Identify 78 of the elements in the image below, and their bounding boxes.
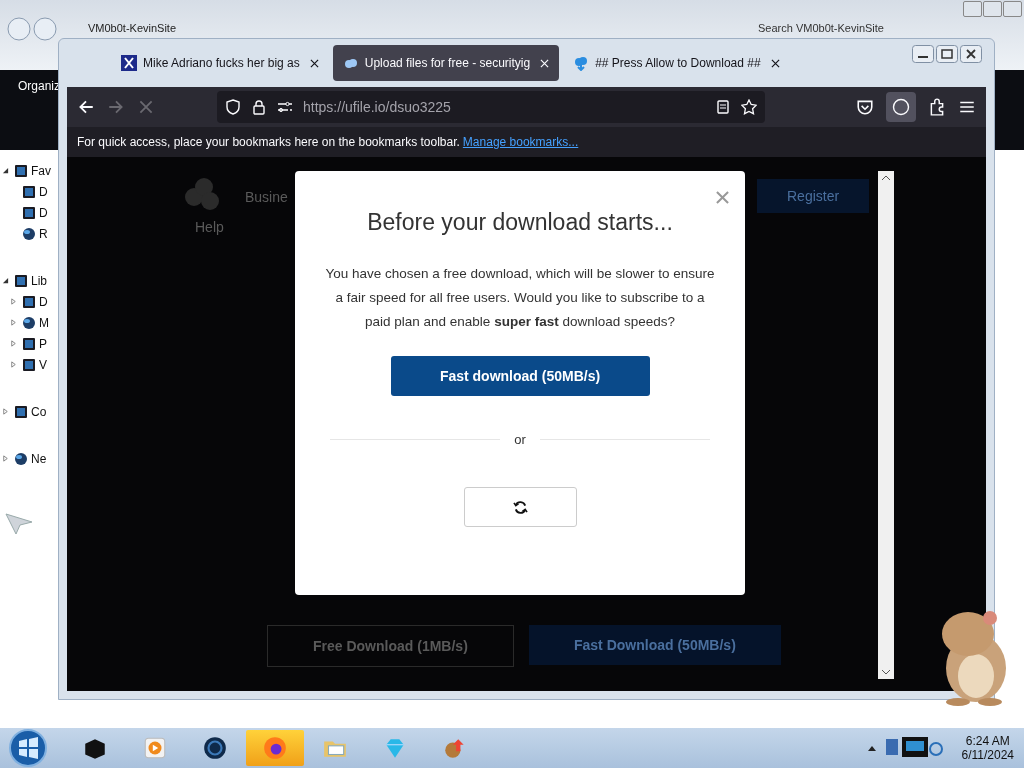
- window-controls[interactable]: [963, 1, 1022, 17]
- separator-text: or: [514, 432, 526, 447]
- tree-item[interactable]: P: [39, 336, 47, 351]
- globe-icon: [14, 451, 28, 466]
- address-text[interactable]: VM0b0t-KevinSite: [88, 22, 728, 35]
- star-icon[interactable]: [741, 99, 757, 115]
- monitor-icon: [22, 357, 36, 372]
- monitor-icon: [14, 273, 28, 288]
- tree-item[interactable]: Fav: [31, 163, 51, 178]
- tree-item[interactable]: V: [39, 357, 47, 372]
- monitor-icon: [22, 205, 36, 220]
- tree-item[interactable]: Co: [31, 404, 47, 419]
- tree-item[interactable]: D: [39, 184, 48, 199]
- fast-download-button[interactable]: Fast download (50MB/s): [390, 356, 650, 396]
- collapse-arrow-icon[interactable]: [2, 167, 9, 174]
- search-field[interactable]: Search VM0b0t-KevinSite: [758, 22, 884, 35]
- tree-item[interactable]: D: [39, 294, 48, 309]
- expand-arrow-icon[interactable]: [2, 408, 9, 415]
- browser-tab[interactable]: ## Press Allow to Download ##: [563, 45, 790, 81]
- maximize-icon[interactable]: [936, 45, 958, 63]
- tree-item[interactable]: D: [39, 205, 48, 220]
- close-tab-icon[interactable]: [770, 58, 780, 68]
- clock-time[interactable]: 6:24 AM: [965, 734, 1010, 748]
- x-icon: [121, 55, 137, 71]
- monitor-icon: [14, 163, 28, 178]
- pocket-icon[interactable]: [856, 98, 874, 116]
- tree-item[interactable]: Ne: [31, 451, 47, 466]
- tree-item[interactable]: M: [39, 315, 49, 330]
- browser-tab[interactable]: Mike Adriano fucks her big as: [111, 45, 329, 81]
- collapse-arrow-icon[interactable]: [2, 277, 9, 284]
- scroll-down-icon[interactable]: [881, 669, 891, 675]
- expand-arrow-icon[interactable]: [10, 319, 17, 326]
- tree-item[interactable]: Lib: [31, 273, 47, 288]
- browser-tab[interactable]: Upload files for free - securityig: [332, 45, 560, 81]
- permissions-icon: [277, 99, 293, 115]
- shield-icon: [225, 99, 241, 115]
- cloud-download-icon: [573, 55, 590, 71]
- minimize-icon[interactable]: [912, 45, 934, 63]
- start-button[interactable]: [8, 728, 48, 768]
- monitor-icon: [14, 404, 28, 419]
- globe-icon: [22, 315, 36, 330]
- expand-arrow-icon[interactable]: [10, 340, 17, 347]
- forward-icon[interactable]: [107, 98, 125, 116]
- globe-icon: [22, 226, 36, 241]
- browser-icon: [262, 735, 288, 761]
- refresh-icon: [512, 499, 528, 515]
- close-tab-icon[interactable]: [309, 58, 319, 68]
- back-icon[interactable]: [77, 98, 95, 116]
- modal-text: You have chosen a free download, which will be slower to ensure a fair speed for all free users. Would you like to subscribe to a paid plan and enable super fast download speeds?: [325, 265, 715, 331]
- close-icon[interactable]: [960, 45, 982, 63]
- expand-arrow-icon[interactable]: [10, 361, 17, 368]
- monitor-icon: [22, 294, 36, 309]
- monitor-icon: [22, 184, 36, 199]
- scroll-up-icon[interactable]: [881, 175, 891, 181]
- register-button[interactable]: Register: [757, 179, 870, 213]
- lock-icon: [251, 99, 267, 115]
- organize-menu[interactable]: Organiz: [18, 79, 61, 93]
- globe-icon: [202, 735, 228, 761]
- play-icon: [142, 735, 168, 761]
- manage-bookmarks-link[interactable]: Manage bookmarks...: [462, 135, 579, 149]
- scrollbar[interactable]: [878, 171, 894, 679]
- show-hidden-icon[interactable]: [867, 745, 876, 751]
- fast-download-button[interactable]: Fast Download (50MB/s): [529, 625, 781, 665]
- puzzle-icon[interactable]: [928, 98, 946, 116]
- circle-icon: [892, 98, 910, 116]
- pointer-icon: [4, 512, 34, 536]
- stop-icon[interactable]: [137, 98, 155, 116]
- monitor-icon: [22, 336, 36, 351]
- expand-arrow-icon[interactable]: [10, 298, 17, 305]
- modal-title: Before your download starts...: [367, 209, 673, 236]
- reader-view-icon[interactable]: [715, 99, 731, 115]
- tree-item[interactable]: R: [39, 226, 48, 241]
- address-bar[interactable]: https://ufile.io/dsuo3225: [217, 91, 765, 123]
- expand-arrow-icon[interactable]: [2, 455, 9, 462]
- bookmarks-notice: For quick access, place your bookmarks here on the bookmarks toolbar.: [77, 135, 460, 149]
- clock-date[interactable]: 6/11/2024: [961, 748, 1014, 762]
- logo-icon: [182, 177, 222, 213]
- account-button[interactable]: [886, 92, 916, 122]
